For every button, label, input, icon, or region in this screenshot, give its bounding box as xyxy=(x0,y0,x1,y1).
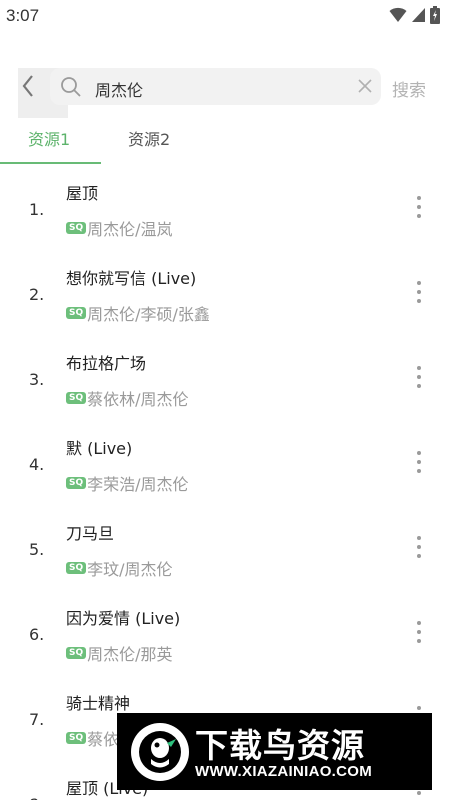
search-button[interactable]: 搜索 xyxy=(392,76,426,101)
chevron-left-icon xyxy=(22,75,33,97)
song-list-item[interactable]: 1. 屋顶 SQ 周杰伦/温岚 xyxy=(0,168,450,253)
song-artists: 周杰伦/温岚 xyxy=(87,220,173,239)
wifi-icon xyxy=(389,7,407,22)
song-number: 5. xyxy=(29,540,45,559)
watermark-banner: 下载鸟资源 WWW.XIAZAINIAO.COM xyxy=(117,713,432,790)
song-number: 1. xyxy=(29,200,45,219)
song-number: 7. xyxy=(29,710,45,729)
active-tab-indicator xyxy=(0,162,101,164)
song-artists: 周杰伦/李硕/张鑫 xyxy=(87,305,210,324)
bird-logo-icon xyxy=(131,723,189,781)
tab-source-2[interactable]: 资源2 xyxy=(128,126,170,150)
song-meta: SQ 李荣浩/周杰伦 xyxy=(66,471,189,495)
song-list-item[interactable]: 6. 因为爱情 (Live) SQ 周杰伦/那英 xyxy=(0,593,450,678)
song-artists: 李荣浩/周杰伦 xyxy=(87,475,189,494)
song-number: 6. xyxy=(29,625,45,644)
battery-icon xyxy=(430,6,440,24)
more-options-icon[interactable] xyxy=(408,449,430,475)
status-icons xyxy=(389,6,440,24)
song-list-item[interactable]: 3. 布拉格广场 SQ 蔡依林/周杰伦 xyxy=(0,338,450,423)
song-title: 因为爱情 (Live) xyxy=(66,609,181,628)
sq-quality-badge: SQ xyxy=(66,477,87,489)
song-artists: 蔡依林/周杰伦 xyxy=(87,390,189,409)
song-meta: SQ 蔡依林/周杰伦 xyxy=(66,386,189,410)
song-number: 3. xyxy=(29,370,45,389)
song-meta: SQ 周杰伦/那英 xyxy=(66,641,173,665)
song-title: 骑士精神 xyxy=(66,694,131,713)
song-meta: SQ 周杰伦/李硕/张鑫 xyxy=(66,301,210,325)
sq-quality-badge: SQ xyxy=(66,307,87,319)
more-options-icon[interactable] xyxy=(408,194,430,220)
song-list-item[interactable]: 4. 默 (Live) SQ 李荣浩/周杰伦 xyxy=(0,423,450,508)
watermark-url: WWW.XIAZAINIAO.COM xyxy=(195,763,373,780)
cellular-signal-icon xyxy=(412,8,425,22)
song-artists: 李玟/周杰伦 xyxy=(87,560,173,579)
search-input[interactable]: 周杰伦 xyxy=(50,68,381,105)
search-bar-row: 周杰伦 搜索 xyxy=(0,68,450,118)
search-icon xyxy=(61,77,81,97)
song-number: 8. xyxy=(29,795,44,800)
more-options-icon[interactable] xyxy=(408,534,430,560)
song-title: 刀马旦 xyxy=(66,524,115,543)
sq-quality-badge: SQ xyxy=(66,732,87,744)
sq-quality-badge: SQ xyxy=(66,392,87,404)
song-meta: SQ 周杰伦/温岚 xyxy=(66,216,173,240)
watermark-title: 下载鸟资源 xyxy=(195,726,365,765)
search-query-text: 周杰伦 xyxy=(95,81,144,100)
song-list-item[interactable]: 5. 刀马旦 SQ 李玟/周杰伦 xyxy=(0,508,450,593)
song-title: 布拉格广场 xyxy=(66,354,147,373)
song-title: 默 (Live) xyxy=(66,439,133,458)
more-options-icon[interactable] xyxy=(408,789,430,800)
more-options-icon[interactable] xyxy=(408,279,430,305)
more-options-icon[interactable] xyxy=(408,619,430,645)
source-tabs: 资源1 资源2 xyxy=(0,118,450,164)
status-time: 3:07 xyxy=(6,6,40,25)
song-list-item[interactable]: 2. 想你就写信 (Live) SQ 周杰伦/李硕/张鑫 xyxy=(0,253,450,338)
clear-icon[interactable] xyxy=(357,78,373,94)
song-number: 4. xyxy=(29,455,45,474)
tab-source-1[interactable]: 资源1 xyxy=(28,126,70,150)
song-number: 2. xyxy=(29,285,45,304)
song-meta: SQ 李玟/周杰伦 xyxy=(66,556,173,580)
status-bar: 3:07 xyxy=(0,0,450,32)
song-title: 想你就写信 (Live) xyxy=(66,269,197,288)
song-title: 屋顶 xyxy=(66,184,99,203)
more-options-icon[interactable] xyxy=(408,364,430,390)
song-artists: 周杰伦/那英 xyxy=(87,645,173,664)
sq-quality-badge: SQ xyxy=(66,647,87,659)
sq-quality-badge: SQ xyxy=(66,222,87,234)
sq-quality-badge: SQ xyxy=(66,562,87,574)
